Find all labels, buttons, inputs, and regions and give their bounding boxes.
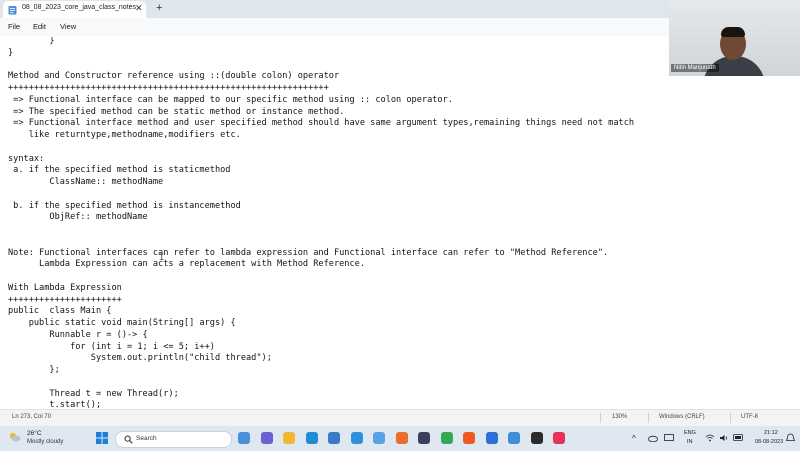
taskbar-search[interactable]: Search	[115, 431, 232, 448]
volume-icon[interactable]	[719, 434, 729, 442]
editor-line: }	[8, 37, 55, 46]
weather-description[interactable]: Mostly cloudy	[27, 439, 63, 445]
editor-line: a. if the specified method is staticmeth…	[8, 165, 231, 176]
tab-title: 08_08_2023_core_java_class_notes	[22, 4, 137, 11]
editor-line: Note: Functional interfaces can refer to…	[8, 247, 609, 258]
clock-time[interactable]: 21:12	[764, 430, 778, 436]
editor-line: With Lambda Expression	[8, 282, 122, 293]
encoding: UTF-8	[741, 414, 758, 420]
editor-line: public class Main {	[8, 306, 112, 317]
show-hidden-icons-chevron[interactable]: ^	[632, 434, 636, 443]
close-tab-icon[interactable]: ✕	[135, 3, 143, 14]
text-editor[interactable]: }} Method and Constructor reference usin…	[0, 37, 800, 408]
webcam-participant-name: Nitin Manjunath	[671, 64, 719, 72]
chrome-icon[interactable]	[440, 432, 453, 444]
menu-view[interactable]: View	[60, 22, 76, 31]
language-indicator[interactable]: ENG	[684, 430, 696, 436]
editor-line: }	[8, 47, 14, 58]
editor-line: System.out.println("child thread");	[8, 353, 272, 364]
document-tab[interactable]: 08_08_2023_core_java_class_notes ✕	[3, 1, 146, 18]
battery-icon[interactable]	[733, 434, 744, 441]
store-icon[interactable]	[328, 432, 340, 444]
new-tab-button[interactable]: +	[156, 2, 162, 14]
cloud-icon[interactable]	[9, 432, 21, 442]
terminal-icon[interactable]	[530, 432, 543, 444]
status-bar: Ln 273, Col 70 130% Windows (CRLF) UTF-8	[0, 409, 800, 427]
editor-line: syntax:	[8, 153, 45, 164]
search-label: Search	[136, 435, 157, 442]
photos-icon[interactable]	[350, 432, 363, 444]
menu-file[interactable]: File	[8, 22, 20, 31]
app-blue-icon[interactable]	[485, 432, 498, 444]
windows-start-icon[interactable]	[96, 432, 108, 444]
webcam-overlay: Nitin Manjunath	[669, 0, 800, 76]
webcam-person-hair	[721, 27, 745, 37]
status-divider	[648, 413, 649, 423]
text-cursor-icon: I	[159, 253, 165, 263]
editor-text: }} Method and Constructor reference usin…	[8, 37, 634, 408]
menu-edit[interactable]: Edit	[33, 22, 46, 31]
brave-icon[interactable]	[463, 432, 475, 444]
firefox-icon[interactable]	[395, 432, 408, 444]
intellij-icon[interactable]	[553, 432, 565, 444]
notepad-icon[interactable]	[508, 432, 520, 444]
editor-line: like returntype,methodname,modifiers etc…	[8, 130, 241, 140]
editor-line: ObjRef:: methodName	[8, 212, 148, 223]
editor-line: => Functional interface method and user …	[8, 118, 635, 129]
editor-line: ClassName:: methodName	[8, 177, 164, 187]
editor-line: b. if the specified method is instanceme…	[8, 200, 241, 211]
editor-line: Lambda Expression can acts a replacement…	[8, 259, 365, 270]
widgets-icon[interactable]	[238, 432, 250, 444]
editor-line: for (int i = 1; i <= 5; i++)	[8, 341, 215, 352]
editor-line: ++++++++++++++++++++++	[8, 294, 122, 305]
cursor-position: Ln 273, Col 70	[12, 414, 52, 420]
notepad-icon	[8, 6, 17, 15]
taskbar: 26°C Mostly cloudy Search ^ ENG IN 21:12…	[0, 426, 800, 451]
edge-icon[interactable]	[305, 432, 318, 444]
cloud-sync-icon[interactable]	[648, 434, 658, 442]
media-icon[interactable]	[418, 432, 430, 444]
display-icon[interactable]	[664, 434, 674, 442]
region-indicator[interactable]: IN	[687, 439, 693, 445]
clock-date[interactable]: 08-08-2023	[755, 439, 783, 445]
editor-line: ++++++++++++++++++++++++++++++++++++++++…	[8, 83, 329, 93]
editor-line: Runnable r = ()-> {	[8, 329, 148, 340]
editor-line: => Functional interface can be mapped to…	[8, 94, 453, 105]
status-divider	[730, 413, 731, 423]
zoom-level: 130%	[612, 414, 628, 420]
search-icon	[124, 435, 133, 444]
file-explorer-icon[interactable]	[283, 432, 295, 444]
editor-line: Thread t = new Thread(r);	[8, 388, 179, 399]
editor-line: };	[8, 365, 60, 375]
notification-bell-icon[interactable]	[786, 433, 795, 443]
weather-temperature[interactable]: 26°C	[27, 430, 42, 437]
snipping-icon[interactable]	[373, 432, 385, 444]
editor-line: Method and Constructor reference using :…	[8, 71, 340, 82]
editor-line: => The specified method can be static me…	[8, 106, 345, 117]
wifi-icon[interactable]	[705, 434, 715, 442]
line-ending: Windows (CRLF)	[659, 414, 705, 420]
status-divider	[600, 413, 601, 423]
meet-icon[interactable]	[260, 432, 273, 444]
editor-line: t.start();	[8, 400, 102, 408]
editor-line: public static void main(String[] args) {	[8, 318, 236, 328]
